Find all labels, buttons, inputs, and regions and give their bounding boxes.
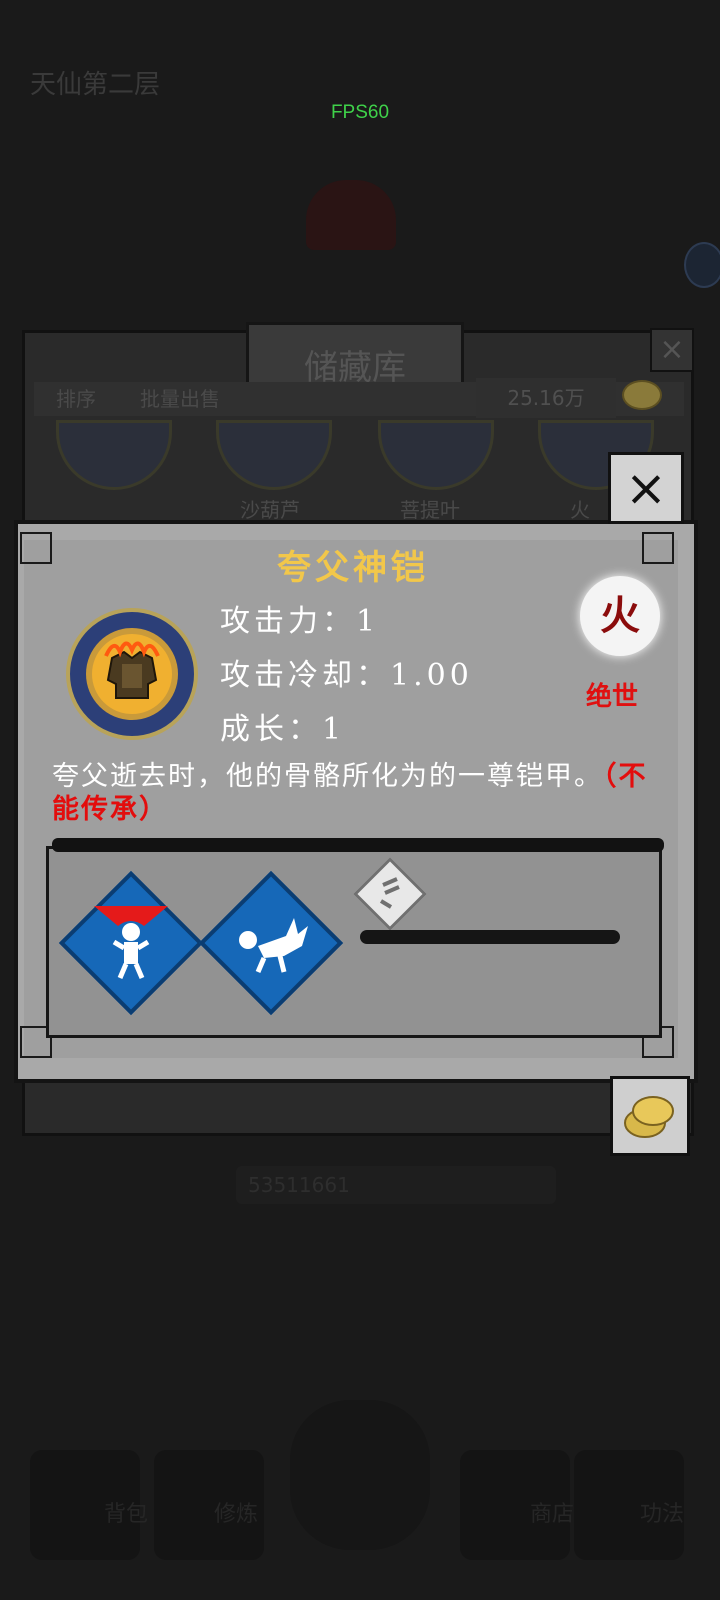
skill-panel-brush: [52, 838, 664, 852]
item-portrait: [66, 608, 198, 740]
description-text: 夸父逝去时，他的骨骼所化为的一尊铠甲。: [52, 761, 603, 792]
stat-growth: 成长：1: [220, 712, 346, 747]
storage-item-name: 沙葫芦: [240, 498, 300, 522]
locked-skill-graphic: [379, 877, 400, 909]
storage-close-button[interactable]: ×: [650, 328, 694, 372]
nav-cultivate-label: 修炼: [214, 1502, 259, 1527]
spiked-knockdown-icon: [239, 918, 308, 973]
dialog-close-button[interactable]: ×: [608, 452, 684, 524]
coin-icon: [622, 380, 662, 410]
tab-sort[interactable]: 排序: [56, 382, 96, 416]
fps-counter: FPS60: [330, 102, 390, 123]
armor-icon: [86, 628, 178, 720]
storage-item-name: 火: [570, 498, 590, 522]
armor-icon-graphic: [92, 634, 172, 714]
side-badge[interactable]: [684, 242, 720, 288]
player-avatar: [306, 180, 396, 250]
skill-brush-line: [360, 930, 620, 944]
tab-bulk-sell[interactable]: 批量出售: [140, 382, 220, 416]
item-description: 夸父逝去时，他的骨骼所化为的一尊铠甲。（不能传承）: [52, 760, 648, 826]
stab-damage-icon: [94, 906, 168, 979]
stat-attack: 攻击力：1: [220, 604, 380, 639]
nav-bag-label: 背包: [104, 1502, 149, 1527]
realm-label: 天仙第二层: [30, 70, 161, 100]
coin-button[interactable]: [610, 1076, 690, 1156]
element-badge: 火: [580, 576, 660, 656]
stat-cooldown: 攻击冷却：1.00: [220, 658, 473, 693]
rarity-label: 绝世: [586, 682, 639, 712]
gold-value-bar: 53511661: [236, 1166, 556, 1204]
close-icon: ×: [625, 459, 667, 517]
coin-count: 25.16万: [476, 378, 616, 418]
nav-skills-label: 功法: [640, 1502, 685, 1527]
coin-stack-icon: [624, 1096, 674, 1138]
nav-shop-label: 商店: [530, 1502, 575, 1527]
storage-item-name: 菩提叶: [400, 498, 460, 522]
nav-main[interactable]: [290, 1400, 430, 1550]
